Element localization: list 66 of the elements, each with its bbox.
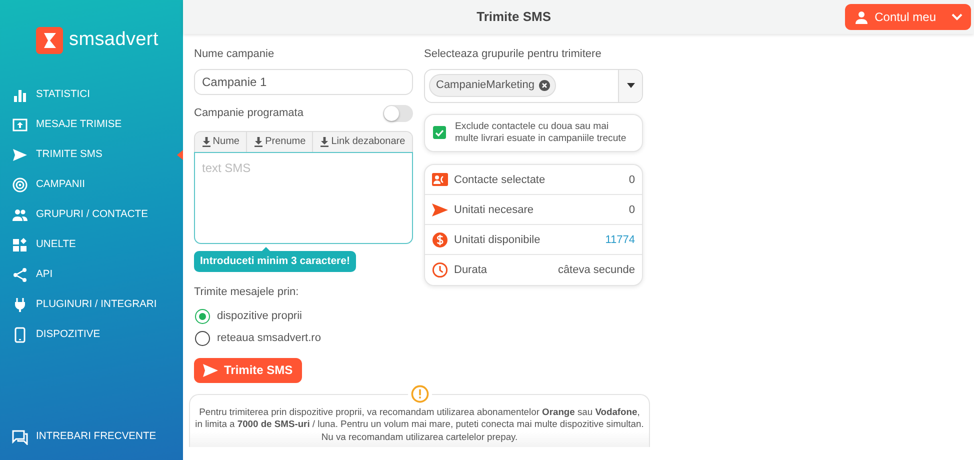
toggle-switch[interactable] (383, 104, 413, 122)
selection-indicator (177, 150, 183, 160)
send-button[interactable]: Trimite SMS (194, 358, 302, 383)
clock-icon (432, 262, 448, 278)
download-icon (320, 136, 330, 146)
sidebar-item[interactable]: PLUGINURI / INTEGRARI (0, 290, 183, 320)
summary-label: Contacte selectate (454, 172, 546, 188)
summary-label: Unitati disponibile (454, 232, 542, 248)
sidebar-item[interactable]: TRIMITE SMS (0, 140, 183, 170)
share-icon (12, 267, 28, 283)
phone-icon (12, 327, 28, 343)
plug-icon (12, 297, 28, 313)
field-label: Campanie programata (194, 106, 304, 121)
insert-button[interactable]: Link dezabonare (313, 132, 412, 152)
logo-icon (36, 26, 63, 54)
input-field[interactable]: Campanie 1 (194, 68, 413, 94)
insert-button[interactable]: Prenume (247, 132, 314, 152)
send-icon (203, 364, 218, 377)
people-icon (12, 207, 28, 223)
sidebar-item[interactable]: GRUPURI / CONTACTE (0, 200, 183, 230)
radio-option[interactable]: dispozitive proprii (195, 308, 413, 324)
summary-value: 0 (628, 172, 635, 188)
bar-chart-icon (12, 87, 28, 103)
page-title: Trimite SMS (476, 9, 552, 24)
summary-value: 11774 (605, 232, 635, 248)
group-tag[interactable]: CampanieMarketing (429, 74, 556, 97)
upload-tray-icon (12, 117, 28, 133)
contact-card-icon (432, 172, 448, 188)
send-icon (432, 202, 448, 218)
summary-value: câteva secunde (558, 263, 635, 278)
field-label: Selecteaza grupurile pentru trimitere (424, 47, 602, 62)
dollar-icon (432, 232, 448, 248)
widgets-icon (12, 237, 28, 253)
checkbox[interactable] (433, 126, 446, 140)
exclude-option[interactable]: Exclude contactele cu doua sau mai multe livrari esuate in campaniile trecute (424, 114, 643, 152)
insert-button[interactable]: Nume (195, 132, 248, 152)
group-select[interactable]: CampanieMarketing (424, 68, 643, 102)
send-icon (12, 147, 28, 163)
sidebar-item[interactable]: MESAJE TRIMISE (0, 110, 183, 140)
sidebar-item[interactable]: API (0, 260, 183, 290)
summary-label: Durata (454, 263, 488, 278)
warning-icon (410, 384, 428, 403)
download-icon (202, 136, 211, 146)
field-label: Nume campanie (194, 47, 276, 62)
summary-value: 0 (628, 202, 635, 218)
logo-text: smsadvert (69, 28, 158, 52)
download-icon (254, 136, 264, 146)
chat-icon (12, 429, 28, 445)
field-label: Trimite mesajele prin: (194, 285, 300, 300)
radio-option[interactable]: reteaua smsadvert.ro (195, 330, 413, 347)
sidebar-item[interactable]: UNELTE (0, 230, 183, 260)
sidebar-item[interactable]: STATISTICI (0, 80, 183, 110)
target-icon (12, 177, 28, 193)
option-text: Exclude contactele cu doua sau mai multe livrari esuate in campaniile trecute (455, 120, 628, 146)
sidebar-item[interactable]: INTREBARI FRECVENTE (0, 422, 183, 452)
check-icon (435, 128, 444, 137)
caret-icon (626, 83, 634, 88)
sidebar-item[interactable]: DISPOZITIVE (0, 320, 183, 350)
notice-text: Pentru trimiterea prin dispozitive proprii, va recomandam utilizarea abonamentelor Orange sau Vodafone, in limita a 7000 de SMS-uri / luna. Pentru un volum mai mare, puteti conecta mai multe dispozitive simultan. Nu va recomandam utilizarea cartelelor prepay. (195, 406, 644, 444)
remove-icon (539, 80, 550, 91)
sidebar-item[interactable]: CAMPANII (0, 170, 183, 200)
user-icon (854, 10, 868, 24)
account-button[interactable]: Contul meu (844, 4, 971, 30)
message-field[interactable]: text SMS (194, 152, 413, 244)
summary-label: Unitati necesare (454, 202, 534, 218)
chevron-down-icon (951, 11, 963, 23)
